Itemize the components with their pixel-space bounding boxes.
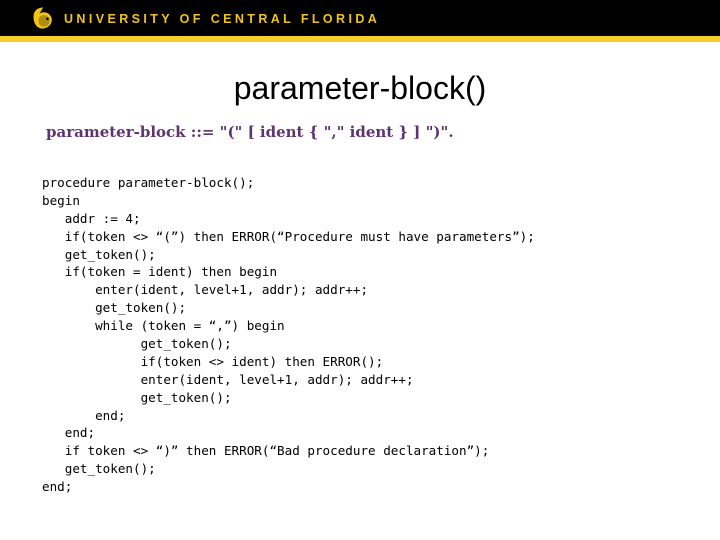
code-line: end; — [42, 407, 126, 423]
code-line: get_token(); — [42, 389, 232, 405]
code-line: while (token = “,”) begin — [42, 318, 285, 334]
code-line: if(token = ident) then begin — [42, 264, 278, 280]
grammar-production: parameter-block ::= "(" [ ident { "," id… — [46, 123, 454, 141]
ucf-wordmark: UNIVERSITY OF CENTRAL FLORIDA — [64, 12, 381, 26]
code-line: procedure parameter-block(); — [42, 175, 255, 190]
code-line: get_token(); — [42, 336, 232, 352]
code-line: enter(ident, level+1, addr); addr++; — [42, 282, 369, 298]
code-line: get_token(); — [42, 461, 156, 477]
code-line: end; — [42, 479, 73, 495]
page-title: parameter-block() — [233, 70, 487, 106]
code-line: begin — [42, 192, 80, 208]
header-gold-stripe — [0, 36, 720, 42]
code-line: addr := 4; — [42, 210, 141, 226]
code-line: if(token <> ident) then ERROR(); — [42, 353, 384, 369]
code-line: get_token(); — [42, 300, 187, 316]
pseudocode-block: procedure parameter-block(); begin addr :… — [42, 174, 682, 496]
code-line: if token <> “)” then ERROR(“Bad procedur… — [42, 443, 490, 459]
ucf-pegasus-icon — [30, 6, 56, 31]
code-line: get_token(); — [42, 246, 156, 262]
code-line: if(token <> “(”) then ERROR(“Procedure m… — [42, 228, 535, 244]
code-line: end; — [42, 425, 96, 441]
code-line: enter(ident, level+1, addr); addr++; — [42, 371, 414, 387]
